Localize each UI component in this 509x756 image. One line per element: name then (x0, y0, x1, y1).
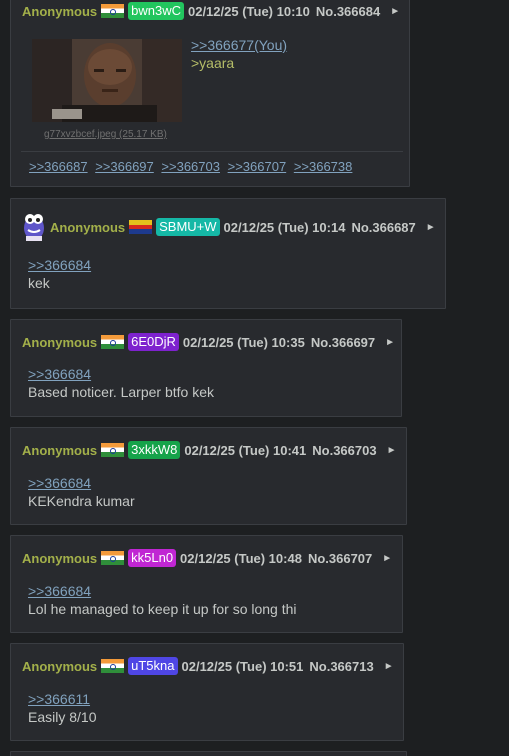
post-366713: Anonymous uT5kna 02/12/25 (Tue) 10:51 No… (10, 643, 404, 741)
post-number-link[interactable]: No.366713 (309, 659, 373, 674)
post-number-link[interactable]: No.366684 (316, 4, 380, 19)
post-header: Anonymous 6E0DjR 02/12/25 (Tue) 10:35 No… (22, 333, 395, 351)
post-menu-arrow-icon[interactable]: ► (426, 222, 436, 233)
poster-name: Anonymous (22, 3, 98, 19)
vietnam-flag-icon (129, 220, 153, 234)
india-flag-icon (101, 443, 125, 457)
post-date: 02/12/25 (Tue) 10:10 (187, 3, 310, 19)
india-flag-icon (101, 4, 125, 18)
post-number-link[interactable]: No.366697 (311, 335, 375, 350)
post-text: kek (28, 275, 50, 291)
poster-id-badge[interactable]: SBMU+W (156, 218, 220, 236)
post-number-link[interactable]: No.366687 (351, 220, 415, 235)
india-flag-icon (101, 551, 125, 565)
post-366687: Anonymous SBMU+W 02/12/25 (Tue) 10:14 No… (10, 198, 446, 309)
post-body: >>366611 Easily 8/10 (28, 690, 96, 726)
post-text: Lol he managed to keep it up for so long… (28, 601, 297, 617)
post-thumbnail-image[interactable] (32, 39, 182, 122)
post-menu-arrow-icon[interactable]: ► (384, 661, 394, 672)
post-body: >>366684 kek (28, 256, 91, 292)
poster-id-badge[interactable]: uT5kna (128, 657, 178, 675)
frog-mascot-icon (22, 210, 46, 242)
quote-link[interactable]: >>366684 (28, 582, 297, 600)
post-header: Anonymous bwn3wC 02/12/25 (Tue) 10:10 No… (22, 2, 400, 20)
poster-name: Anonymous (22, 442, 98, 458)
post-menu-arrow-icon[interactable]: ► (385, 337, 395, 348)
post-menu-arrow-icon[interactable]: ► (387, 445, 397, 456)
post-body: >>366684 KEKendra kumar (28, 474, 135, 510)
poster-name: Anonymous (50, 219, 126, 235)
post-menu-arrow-icon[interactable]: ► (382, 553, 392, 564)
post-text: Based noticer. Larper btfo kek (28, 384, 214, 400)
file-info-link[interactable]: g77xvzbcef.jpeg (25.17 KB) (44, 129, 167, 140)
poster-name: Anonymous (22, 658, 98, 674)
post-body: >>366684 Lol he managed to keep it up fo… (28, 582, 297, 618)
poster-name: Anonymous (22, 334, 98, 350)
backlink[interactable]: >>366738 (294, 159, 353, 174)
post-date: 02/12/25 (Tue) 10:48 (180, 550, 302, 566)
post-menu-arrow-icon[interactable]: ► (390, 6, 400, 17)
backlink[interactable]: >>366707 (228, 159, 287, 174)
post-header: Anonymous uT5kna 02/12/25 (Tue) 10:51 No… (22, 657, 394, 675)
post-366703: Anonymous 3xkkW8 02/12/25 (Tue) 10:41 No… (10, 427, 407, 525)
post-body: >>366677(You) >yaara (191, 36, 287, 72)
post-date: 02/12/25 (Tue) 10:35 (182, 334, 305, 350)
poster-id-badge[interactable]: kk5Ln0 (128, 549, 177, 567)
backlink[interactable]: >>366703 (161, 159, 220, 174)
post-body: >>366684 Based noticer. Larper btfo kek (28, 365, 214, 401)
post-366707: Anonymous kk5Ln0 02/12/25 (Tue) 10:48 No… (10, 535, 403, 633)
post-header: Anonymous 3xkkW8 02/12/25 (Tue) 10:41 No… (22, 441, 396, 459)
post-date: 02/12/25 (Tue) 10:41 (184, 442, 307, 458)
post-header: Anonymous SBMU+W 02/12/25 (Tue) 10:14 No… (50, 218, 436, 236)
poster-id-badge[interactable]: bwn3wC (128, 2, 184, 20)
india-flag-icon (101, 335, 125, 349)
quote-link[interactable]: >>366684 (28, 256, 91, 274)
india-flag-icon (101, 659, 125, 673)
backlinks: >>366687 >>366697 >>366703 >>366707 >>36… (29, 159, 356, 174)
post-text: Easily 8/10 (28, 709, 97, 725)
poster-name: Anonymous (22, 550, 98, 566)
quote-link[interactable]: >>366611 (28, 690, 96, 708)
quote-link[interactable]: >>366684 (28, 365, 214, 383)
backlink[interactable]: >>366697 (95, 159, 154, 174)
post-header: Anonymous kk5Ln0 02/12/25 (Tue) 10:48 No… (22, 549, 392, 567)
post-next-partial (10, 751, 407, 756)
poster-id-badge[interactable]: 3xkkW8 (128, 441, 181, 459)
thumbnail-photo (32, 39, 182, 122)
post-number-link[interactable]: No.366707 (308, 551, 372, 566)
post-date: 02/12/25 (Tue) 10:14 (223, 219, 346, 235)
quote-link[interactable]: >>366684 (28, 474, 135, 492)
poster-id-badge[interactable]: 6E0DjR (128, 333, 179, 351)
backlink[interactable]: >>366687 (29, 159, 88, 174)
backlinks-divider (21, 151, 403, 152)
quote-link[interactable]: >>366677(You) (191, 36, 287, 54)
post-366697: Anonymous 6E0DjR 02/12/25 (Tue) 10:35 No… (10, 319, 402, 417)
post-366684: Anonymous bwn3wC 02/12/25 (Tue) 10:10 No… (10, 0, 410, 187)
post-text: KEKendra kumar (28, 493, 135, 509)
post-number-link[interactable]: No.366703 (312, 443, 376, 458)
post-date: 02/12/25 (Tue) 10:51 (181, 658, 304, 674)
greentext: >yaara (191, 55, 235, 71)
